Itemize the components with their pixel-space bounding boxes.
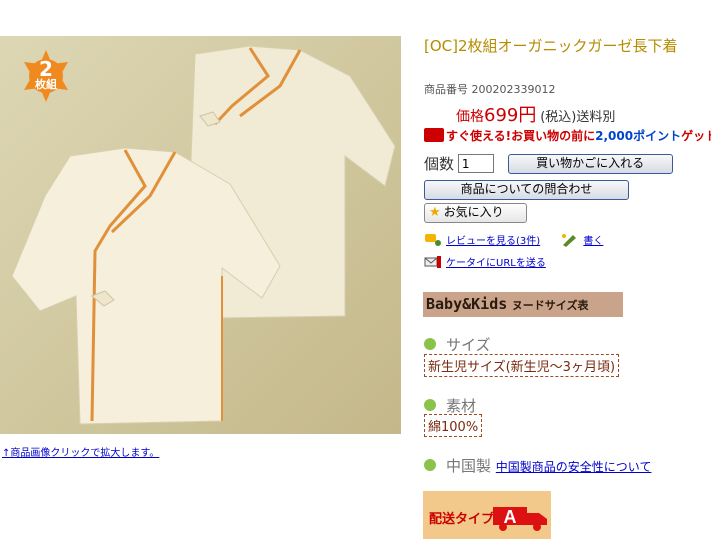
shipping-note: 送料別 [576,110,616,125]
quantity-label: 個数 [424,155,455,173]
add-to-cart-button[interactable]: 買い物かごに入れる [507,153,673,174]
size-table-banner[interactable]: Baby&Kids ヌードサイズ表 [423,292,623,317]
size-heading-row: サイズ [424,334,491,355]
china-safety-link[interactable]: 中国製商品の安全性について [496,460,652,474]
send-url-to-mobile-link[interactable]: ケータイにURLを送る [446,258,546,269]
price-value: 699円 [484,105,537,126]
point-suffix: ゲット [681,129,711,143]
material-heading-row: 素材 [424,395,476,416]
badge-label: 枚組 [35,78,57,91]
product-image[interactable]: 2 枚組 [0,36,401,434]
point-amount: 2,000ポイント [595,129,682,143]
favorite-button[interactable]: ★ お気に入り [424,203,527,223]
two-piece-badge: 2 枚組 [18,48,74,104]
point-text: すぐ使える!お買い物の前に [446,129,596,143]
product-code-row: 商品番号 200202339012 [424,81,555,97]
bullet-icon [424,338,436,350]
shipping-type-letter: A [504,507,517,527]
badge-number: 2 [39,57,53,81]
size-table-brand: Baby&Kids [426,295,508,313]
pencil-icon [562,234,577,247]
price-label: 価格 [456,109,484,125]
point-card-icon [424,128,444,142]
price-row: 価格699円 (税込)送料別 [424,101,615,127]
tax-note: (税込) [540,110,577,125]
product-code: 200202339012 [471,83,556,96]
bullet-icon [424,399,436,411]
mobile-row: ケータイにURLを送る [424,254,546,269]
point-campaign[interactable]: すぐ使える!お買い物の前に2,000ポイントゲット [424,127,711,144]
view-reviews-link[interactable]: レビューを見る(3件) [446,236,540,247]
size-table-label: ヌードサイズ表 [511,299,589,312]
origin-heading: 中国製 [446,457,492,475]
origin-row: 中国製 中国製商品の安全性について [424,455,651,476]
bullet-icon [424,459,436,471]
product-code-label: 商品番号 [424,83,468,96]
material-heading: 素材 [446,397,477,415]
shipping-type-label: 配送タイプ [429,512,495,527]
zoom-image-link[interactable]: ↑商品画像クリックで拡大します。 [2,444,159,459]
quantity-row: 個数 買い物かごに入れる [424,153,673,174]
review-bubble-icon [425,234,441,246]
shipping-type-banner: 配送タイプ A [423,491,551,539]
review-row: レビューを見る(3件) 書く [424,232,603,247]
quantity-input[interactable] [457,154,494,173]
star-icon: ★ [429,205,441,220]
product-title: [OC]2枚組オーガニックガーゼ長下着 [424,37,678,55]
inquiry-button[interactable]: 商品についての問合わせ [424,180,629,200]
size-heading: サイズ [446,336,491,354]
size-value: 新生児サイズ(新生児～3ヶ月頃) [424,354,620,377]
write-review-link[interactable]: 書く [583,236,603,247]
truck-icon: A [493,507,547,531]
mail-phone-icon [424,256,441,268]
favorite-label: お気に入り [443,205,504,219]
material-value: 綿100% [424,414,483,437]
